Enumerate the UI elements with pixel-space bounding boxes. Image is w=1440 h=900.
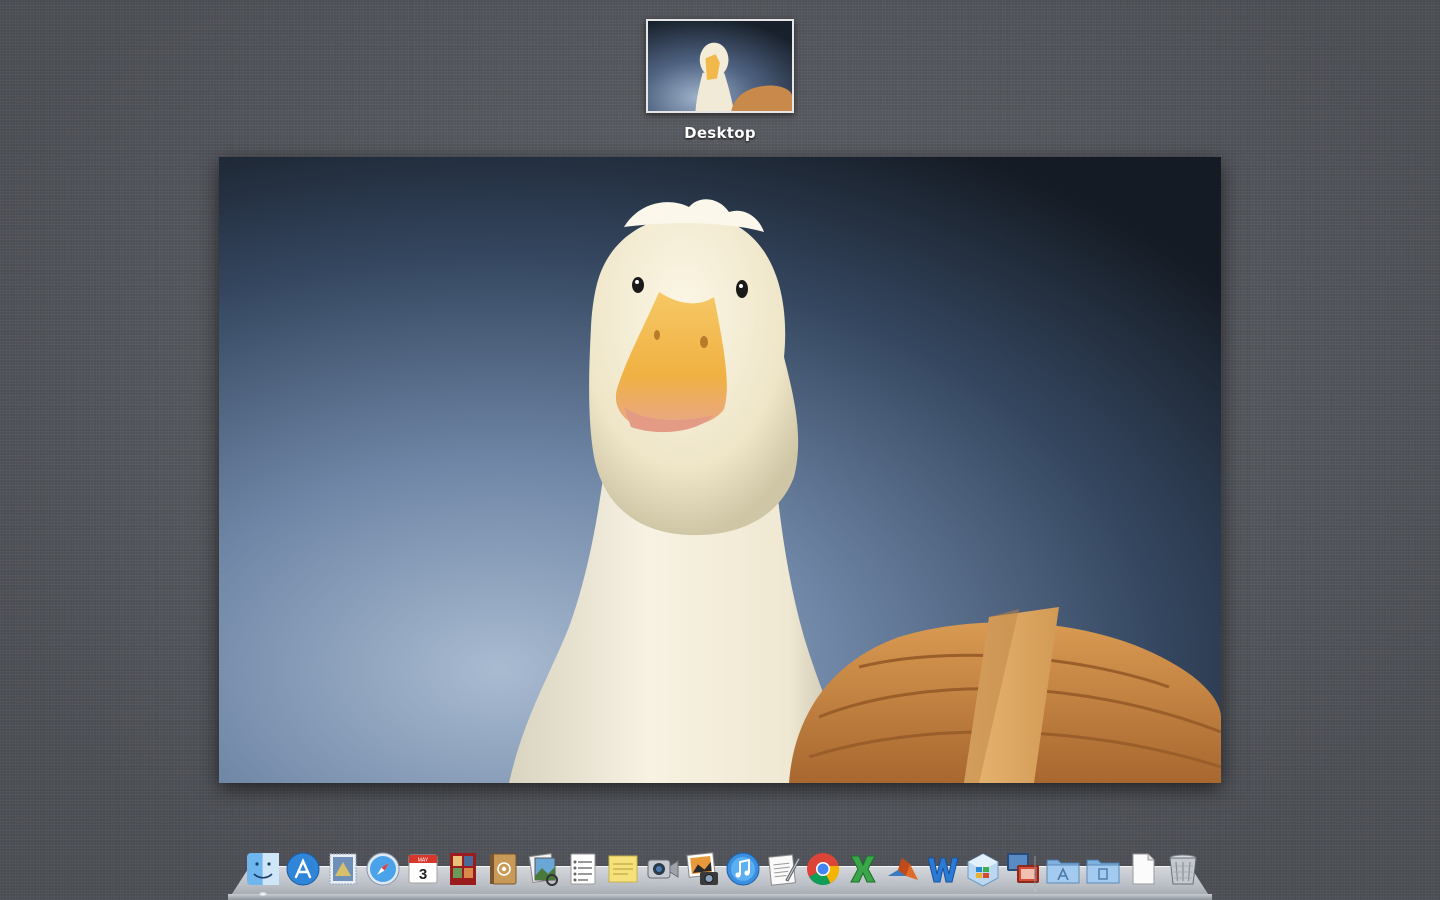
mail-stamp-icon	[329, 853, 357, 885]
dock-item-app-store[interactable]	[284, 850, 322, 892]
applications-folder-icon	[1046, 859, 1080, 884]
itunes-icon	[726, 852, 760, 886]
dock-stack-documents[interactable]	[1084, 850, 1122, 892]
dock-item-chrome[interactable]	[804, 850, 842, 892]
facetime-camera-icon	[647, 859, 679, 879]
textedit-icon	[768, 854, 801, 886]
dock: MAY 3	[244, 850, 1204, 896]
dock-item-remote-desktop[interactable]	[1004, 850, 1042, 892]
preview-icon	[528, 853, 558, 886]
dock-item-facetime[interactable]	[644, 850, 682, 892]
dock-item-address-book[interactable]	[484, 850, 522, 892]
calendar-icon: MAY 3	[408, 854, 438, 884]
safari-compass-icon	[366, 852, 400, 886]
chrome-icon	[807, 853, 840, 885]
address-book-icon	[490, 853, 517, 885]
dock-stack-applications[interactable]	[1044, 850, 1082, 892]
matlab-icon	[888, 858, 918, 880]
document-file-icon	[1132, 853, 1155, 885]
dock-item-iphoto[interactable]	[684, 850, 722, 892]
windows-vm-icon	[967, 853, 999, 887]
dock-stack-downloads[interactable]	[1124, 850, 1162, 892]
trash-icon	[1169, 854, 1197, 885]
dock-item-ical[interactable]: MAY 3	[404, 850, 442, 892]
space-thumbnail-wallpaper	[648, 21, 792, 111]
dock-item-safari[interactable]	[364, 850, 402, 892]
calendar-month-label: MAY	[418, 858, 429, 864]
dock-item-reminders[interactable]	[564, 850, 602, 892]
notes-icon	[608, 855, 638, 883]
reminders-icon	[570, 853, 596, 885]
app-store-icon	[286, 852, 320, 886]
dock-item-excel[interactable]	[844, 850, 882, 892]
dock-item-preview[interactable]	[524, 850, 562, 892]
dock-separator	[1034, 856, 1036, 892]
finder-icon	[247, 853, 279, 885]
excel-icon	[850, 855, 876, 883]
iphoto-icon	[686, 852, 718, 885]
desktop-preview[interactable]	[219, 157, 1221, 783]
remote-desktop-icon	[1007, 853, 1039, 883]
dock-item-photo-booth[interactable]	[444, 850, 482, 892]
photo-booth-icon	[450, 853, 476, 885]
dock-item-word[interactable]	[924, 850, 962, 892]
dock-item-stickies[interactable]	[604, 850, 642, 892]
wallpaper-duck-image	[219, 157, 1221, 783]
finder-running-indicator	[259, 892, 267, 896]
documents-folder-icon	[1086, 859, 1120, 884]
dock-item-windows-vm[interactable]	[964, 850, 1002, 892]
word-icon	[927, 857, 959, 883]
dock-item-matlab[interactable]	[884, 850, 922, 892]
space-thumbnail-desktop[interactable]	[646, 19, 794, 113]
dock-item-mail[interactable]	[324, 850, 362, 892]
dock-stack-trash[interactable]	[1164, 850, 1202, 892]
calendar-day-label: 3	[419, 866, 427, 883]
space-label-desktop: Desktop	[684, 124, 756, 142]
dock-item-finder[interactable]	[244, 850, 282, 896]
dock-item-textedit[interactable]	[764, 850, 802, 892]
dock-item-itunes[interactable]	[724, 850, 762, 892]
